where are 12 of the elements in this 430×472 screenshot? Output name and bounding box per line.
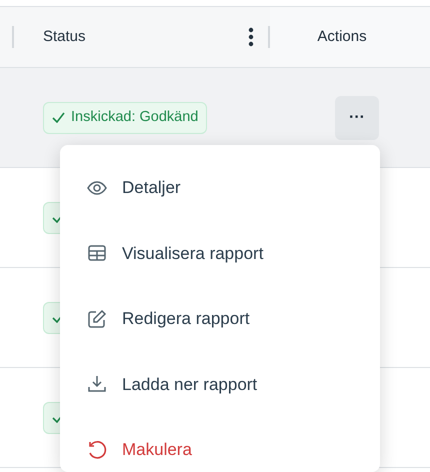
menu-item[interactable]: Redigera rapport <box>60 286 380 352</box>
edit-icon <box>86 308 108 330</box>
menu-item[interactable]: Ladda ner rapport <box>60 352 380 417</box>
column-header: Status <box>43 26 86 47</box>
more-button[interactable]: ··· <box>335 96 379 140</box>
check-icon <box>52 112 65 123</box>
status-badge: Inskickad: Godkänd <box>43 102 208 134</box>
menu-item[interactable]: Makulera <box>60 417 380 472</box>
kebab-menu-icon[interactable] <box>248 26 254 48</box>
menu-item[interactable]: Visualisera rapport <box>60 220 380 286</box>
column-header: Actions <box>317 26 367 47</box>
undo-icon <box>86 438 108 461</box>
